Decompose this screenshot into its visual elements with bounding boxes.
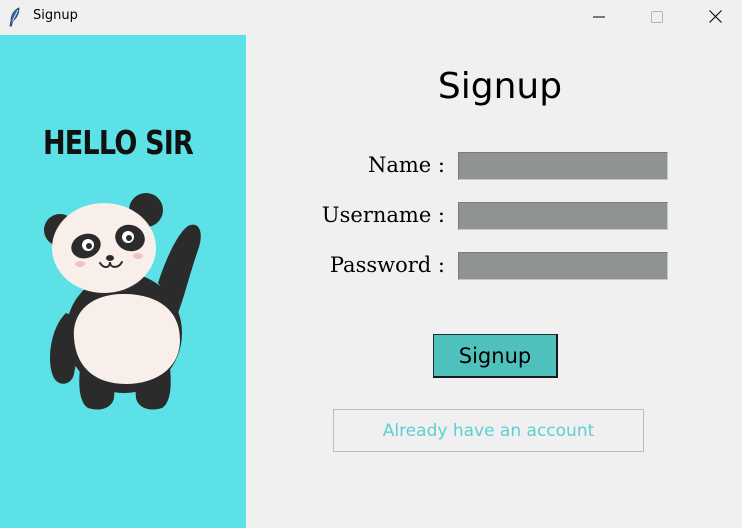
minimize-button[interactable] bbox=[570, 0, 628, 33]
username-field[interactable] bbox=[458, 202, 668, 230]
window-title: Signup bbox=[33, 8, 78, 23]
panda-illustration bbox=[44, 193, 201, 410]
signup-button[interactable]: Signup bbox=[433, 334, 558, 378]
name-field[interactable] bbox=[458, 152, 668, 180]
username-label: Username : bbox=[321, 203, 445, 227]
feather-icon bbox=[9, 7, 20, 27]
maximize-icon bbox=[651, 10, 663, 23]
login-link-button[interactable]: Already have an account bbox=[333, 409, 644, 452]
name-label: Name : bbox=[368, 153, 445, 177]
signup-window: Signup HELLO SIR Signup Name: Username … bbox=[0, 0, 742, 528]
greeting-text: HELLO SIR bbox=[42, 123, 194, 162]
password-field[interactable] bbox=[458, 252, 668, 280]
close-button[interactable] bbox=[686, 0, 742, 33]
page-title: Signup bbox=[437, 66, 563, 107]
title-bar: Signup bbox=[0, 0, 742, 35]
close-icon bbox=[708, 10, 722, 23]
maximize-button[interactable] bbox=[628, 0, 686, 33]
password-label: Password : bbox=[329, 253, 445, 277]
minimize-icon bbox=[593, 16, 605, 17]
welcome-panel: HELLO SIR bbox=[0, 35, 246, 528]
